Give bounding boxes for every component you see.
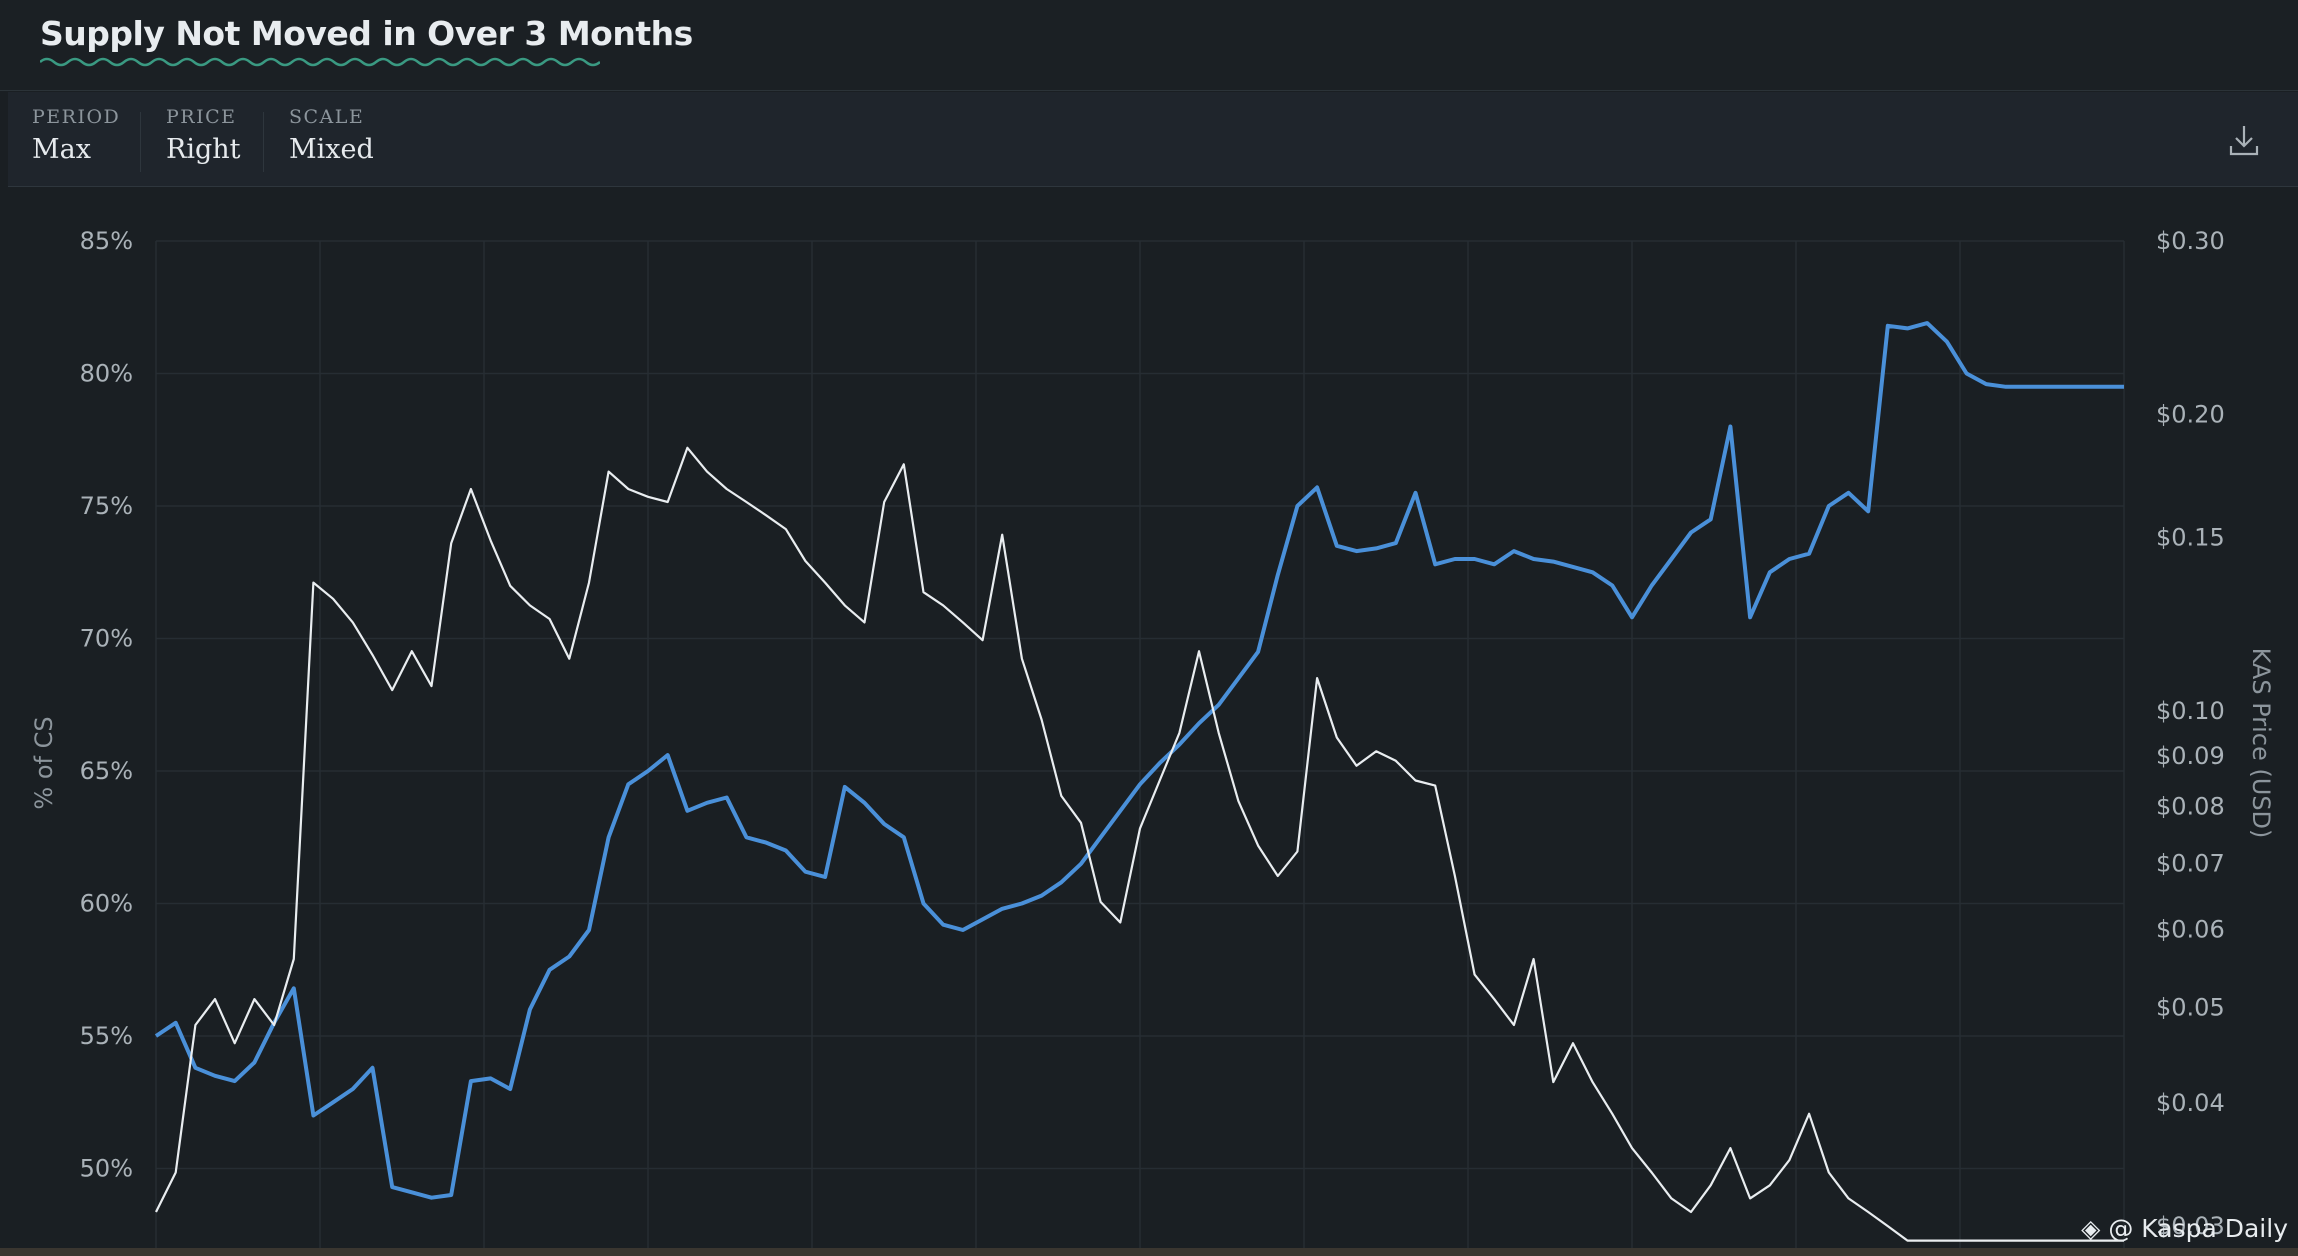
title-wavy-underline bbox=[40, 57, 600, 67]
y2-tick-label: $0.09 bbox=[2156, 742, 2225, 770]
download-icon[interactable] bbox=[2226, 122, 2262, 158]
control-divider bbox=[140, 112, 141, 172]
y-tick-label: 65% bbox=[80, 757, 133, 785]
y2-tick-label: $0.04 bbox=[2156, 1089, 2225, 1117]
y-tick-label: 75% bbox=[80, 492, 133, 520]
y2-tick-label: $0.15 bbox=[2156, 524, 2225, 552]
y2-tick-label: $0.30 bbox=[2156, 227, 2225, 255]
scale-value[interactable]: Mixed bbox=[289, 134, 374, 165]
chart-title: Supply Not Moved in Over 3 Months bbox=[40, 14, 693, 53]
y2-tick-label: $0.10 bbox=[2156, 697, 2225, 725]
price-control[interactable]: PRICE Right bbox=[166, 106, 241, 165]
control-divider bbox=[263, 112, 264, 172]
title-bar: Supply Not Moved in Over 3 Months bbox=[0, 0, 2298, 91]
period-control[interactable]: PERIOD Max bbox=[32, 106, 120, 165]
scale-control[interactable]: SCALE Mixed bbox=[289, 106, 374, 165]
y2-tick-label: $0.05 bbox=[2156, 994, 2225, 1022]
y2-tick-label: $0.06 bbox=[2156, 916, 2225, 944]
y-axis-title: % of CS bbox=[30, 716, 58, 809]
y2-tick-label: $0.07 bbox=[2156, 850, 2225, 878]
period-label: PERIOD bbox=[32, 106, 121, 128]
scale-label: SCALE bbox=[289, 106, 365, 128]
bottom-strip bbox=[0, 1248, 2298, 1256]
y-tick-label: 80% bbox=[80, 360, 133, 388]
watermark: ◈ @ Kaspa Daily bbox=[2081, 1214, 2288, 1243]
y-tick-label: 85% bbox=[80, 227, 133, 255]
y2-tick-label: $0.08 bbox=[2156, 792, 2225, 820]
y-tick-label: 60% bbox=[80, 890, 133, 918]
watermark-icon: ◈ bbox=[2081, 1214, 2109, 1243]
line-chart: 85% 80% 75% 70% 65% 60% 55% 50% $0.30 $0.20 $0.15 $… bbox=[30, 227, 2275, 1248]
price-value[interactable]: Right bbox=[166, 134, 241, 165]
y2-tick-label: $0.20 bbox=[2156, 400, 2225, 428]
price-label: PRICE bbox=[166, 106, 237, 128]
y-tick-label: 70% bbox=[80, 625, 133, 653]
period-value[interactable]: Max bbox=[32, 134, 120, 165]
y2-axis-title: KAS Price (USD) bbox=[2247, 648, 2275, 839]
chart-controls: PERIOD Max PRICE Right SCALE Mixed bbox=[8, 92, 2298, 187]
y-tick-label: 50% bbox=[80, 1155, 133, 1183]
y-tick-label: 55% bbox=[80, 1022, 133, 1050]
watermark-text: @ Kaspa Daily bbox=[2108, 1214, 2288, 1243]
chart-area: 85% 80% 75% 70% 65% 60% 55% 50% $0.30 $0.20 $0.15 $… bbox=[8, 188, 2298, 1248]
